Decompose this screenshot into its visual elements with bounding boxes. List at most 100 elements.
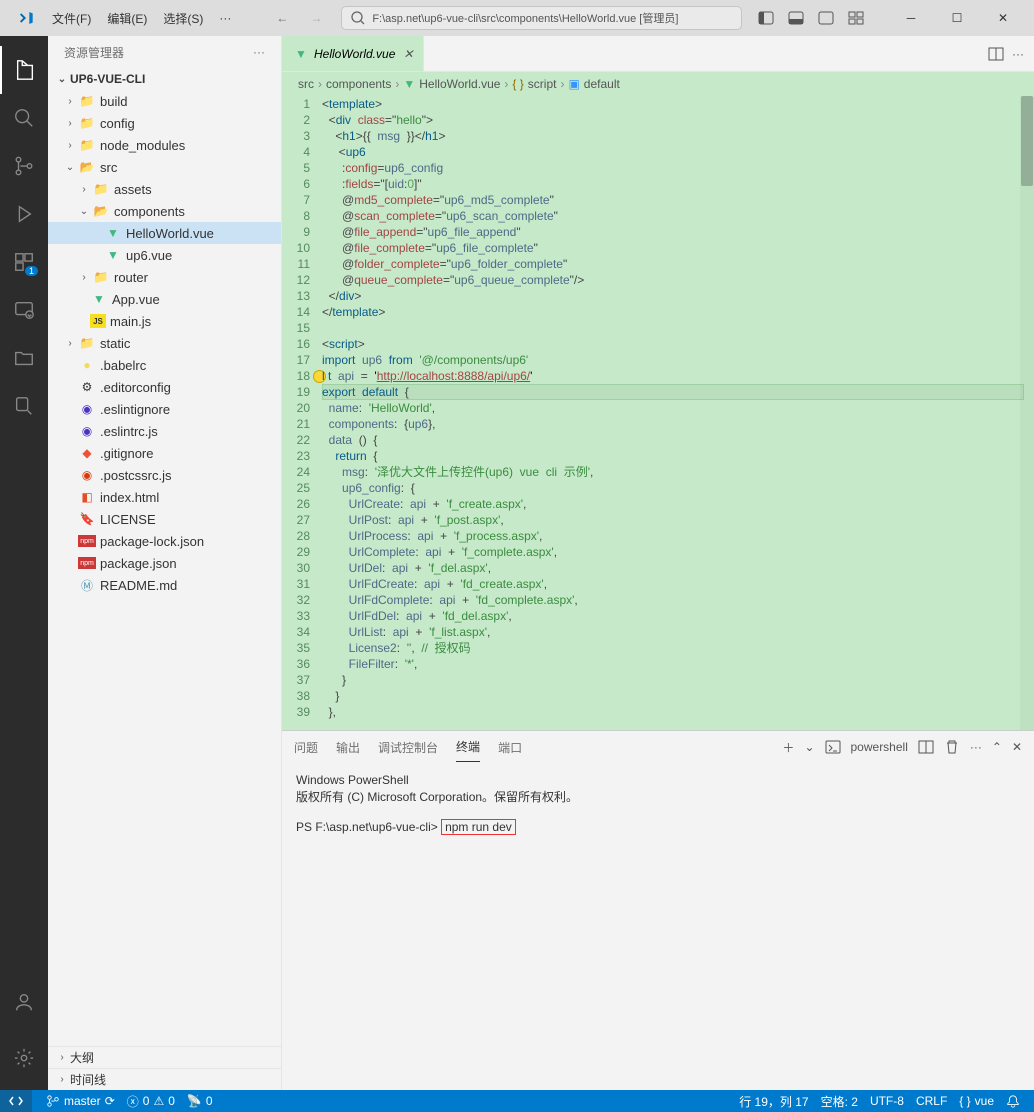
status-remote-icon[interactable] [0, 1090, 32, 1112]
panel-tab-problems[interactable]: 问题 [294, 733, 318, 762]
panel-tab-output[interactable]: 输出 [336, 733, 360, 762]
tree-file-license[interactable]: 🔖LICENSE [48, 508, 281, 530]
activity-remote-icon[interactable] [0, 286, 48, 334]
tree-file-helloworld[interactable]: ▼HelloWorld.vue [48, 222, 281, 244]
panel-tab-debug[interactable]: 调试控制台 [378, 733, 438, 762]
nav-back-icon[interactable]: ← [269, 5, 295, 31]
layout-left-icon[interactable] [754, 6, 778, 30]
menu-edit[interactable]: 编辑(E) [99, 6, 155, 31]
activity-debug-icon[interactable] [0, 190, 48, 238]
tab-helloworld[interactable]: ▼ HelloWorld.vue ✕ [282, 36, 424, 71]
activity-folder-icon[interactable] [0, 334, 48, 382]
breadcrumb-default[interactable]: default [584, 77, 620, 91]
activity-source-control-icon[interactable] [0, 142, 48, 190]
vue-icon: ▼ [403, 77, 415, 91]
tree-file-gitignore[interactable]: ◆.gitignore [48, 442, 281, 464]
extensions-badge: 1 [25, 266, 38, 276]
panel-close-icon[interactable]: ✕ [1012, 740, 1022, 754]
tree-folder-static[interactable]: ›📁static [48, 332, 281, 354]
tree-file-up6[interactable]: ▼up6.vue [48, 244, 281, 266]
menu-more[interactable]: ··· [211, 7, 239, 29]
tree-file-eslintignore[interactable]: ◉.eslintignore [48, 398, 281, 420]
tree-file-indexhtml[interactable]: ◧index.html [48, 486, 281, 508]
activity-testing-icon[interactable] [0, 382, 48, 430]
breadcrumb-file[interactable]: HelloWorld.vue [419, 77, 500, 91]
panel-maximize-icon[interactable]: ⌃ [992, 740, 1002, 754]
close-icon[interactable]: ✕ [403, 47, 413, 61]
activity-explorer-icon[interactable] [0, 46, 48, 94]
breadcrumbs[interactable]: src› components› ▼HelloWorld.vue› { }scr… [282, 72, 1034, 96]
terminal[interactable]: Windows PowerShell 版权所有 (C) Microsoft Co… [282, 763, 1034, 1090]
tree-file-pkglock[interactable]: npmpackage-lock.json [48, 530, 281, 552]
project-name: UP6-VUE-CLI [70, 72, 145, 86]
nav-forward-icon[interactable]: → [303, 5, 329, 31]
status-encoding[interactable]: UTF-8 [864, 1093, 910, 1110]
tree-file-readme[interactable]: ⓂREADME.md [48, 574, 281, 596]
panel-tab-terminal[interactable]: 终端 [456, 732, 480, 762]
tree-folder-router[interactable]: ›📁router [48, 266, 281, 288]
terminal-dropdown-icon[interactable]: ⌄ [804, 740, 814, 754]
status-ports[interactable]: 📡0 [181, 1094, 219, 1108]
status-cursor[interactable]: 行 19，列 17 [733, 1093, 814, 1110]
tree-file-babelrc[interactable]: ●.babelrc [48, 354, 281, 376]
code-lines[interactable]: <template> <div class="hello"> <h1>{{ ms… [322, 96, 1034, 730]
tree-folder-config[interactable]: ›📁config [48, 112, 281, 134]
git-icon: ◆ [78, 445, 96, 461]
tree-folder-components[interactable]: ⌄📂components [48, 200, 281, 222]
eslint-icon: ◉ [78, 423, 96, 439]
status-problems[interactable]: ⓧ0 ⚠0 [121, 1093, 181, 1110]
tree-file-pkg[interactable]: npmpackage.json [48, 552, 281, 574]
split-editor-icon[interactable] [988, 46, 1004, 62]
sync-icon[interactable]: ⟳ [105, 1094, 115, 1108]
vue-icon: ▼ [292, 46, 310, 62]
terminal-name[interactable]: powershell [851, 740, 908, 754]
term-line: Windows PowerShell [296, 773, 409, 787]
window-close-icon[interactable]: ✕ [980, 1, 1026, 35]
term-prompt: PS F:\asp.net\up6-vue-cli> [296, 820, 441, 834]
sidebar-outline[interactable]: ›大纲 [48, 1046, 281, 1068]
menu-file[interactable]: 文件(F) [44, 6, 99, 31]
scrollbar-vertical[interactable] [1020, 96, 1034, 730]
activity-account-icon[interactable] [0, 978, 48, 1026]
activity-search-icon[interactable] [0, 94, 48, 142]
breadcrumb-script[interactable]: script [528, 77, 557, 91]
window-minimize-icon[interactable]: ─ [888, 1, 934, 35]
command-center[interactable]: F:\asp.net\up6-vue-cli\src\components\He… [341, 6, 742, 30]
term-line: 版权所有 (C) Microsoft Corporation。保留所有权利。 [296, 790, 578, 804]
tree-folder-src[interactable]: ⌄📂src [48, 156, 281, 178]
layout-right-icon[interactable] [814, 6, 838, 30]
tree-file-mainjs[interactable]: JSmain.js [48, 310, 281, 332]
activity-extensions-icon[interactable]: 1 [0, 238, 48, 286]
breadcrumb-src[interactable]: src [298, 77, 314, 91]
tree-folder-build[interactable]: ›📁build [48, 90, 281, 112]
status-notifications-icon[interactable] [1000, 1093, 1026, 1110]
status-spaces[interactable]: 空格: 2 [815, 1093, 864, 1110]
customize-layout-icon[interactable] [844, 6, 868, 30]
sidebar-timeline[interactable]: ›时间线 [48, 1068, 281, 1090]
split-terminal-icon[interactable] [918, 739, 934, 755]
code-editor[interactable]: 1234567891011121314151617181920212223242… [282, 96, 1034, 730]
new-terminal-icon[interactable]: ＋ [782, 739, 794, 756]
sidebar-more-icon[interactable]: ··· [253, 45, 265, 59]
menu-select[interactable]: 选择(S) [155, 6, 211, 31]
status-eol[interactable]: CRLF [910, 1093, 953, 1110]
kill-terminal-icon[interactable] [944, 739, 960, 755]
panel-more-icon[interactable]: ··· [970, 740, 982, 754]
more-icon[interactable]: ··· [1012, 47, 1024, 61]
tree-folder-assets[interactable]: ›📁assets [48, 178, 281, 200]
vue-icon: ▼ [104, 247, 122, 263]
tree-file-postcssrc[interactable]: ◉.postcssrc.js [48, 464, 281, 486]
status-lang[interactable]: { }vue [953, 1093, 1000, 1110]
tree-file-appvue[interactable]: ▼App.vue [48, 288, 281, 310]
breadcrumb-components[interactable]: components [326, 77, 391, 91]
window-maximize-icon[interactable]: ☐ [934, 1, 980, 35]
status-branch[interactable]: master ⟳ [40, 1094, 121, 1108]
layout-bottom-icon[interactable] [784, 6, 808, 30]
explorer-root[interactable]: ⌄ UP6-VUE-CLI [48, 68, 281, 90]
tree-folder-node-modules[interactable]: ›📁node_modules [48, 134, 281, 156]
tree-file-eslintrc[interactable]: ◉.eslintrc.js [48, 420, 281, 442]
panel-tab-ports[interactable]: 端口 [498, 733, 522, 762]
scroll-thumb[interactable] [1021, 96, 1033, 186]
tree-file-editorconfig[interactable]: ⚙.editorconfig [48, 376, 281, 398]
activity-settings-icon[interactable] [0, 1034, 48, 1082]
